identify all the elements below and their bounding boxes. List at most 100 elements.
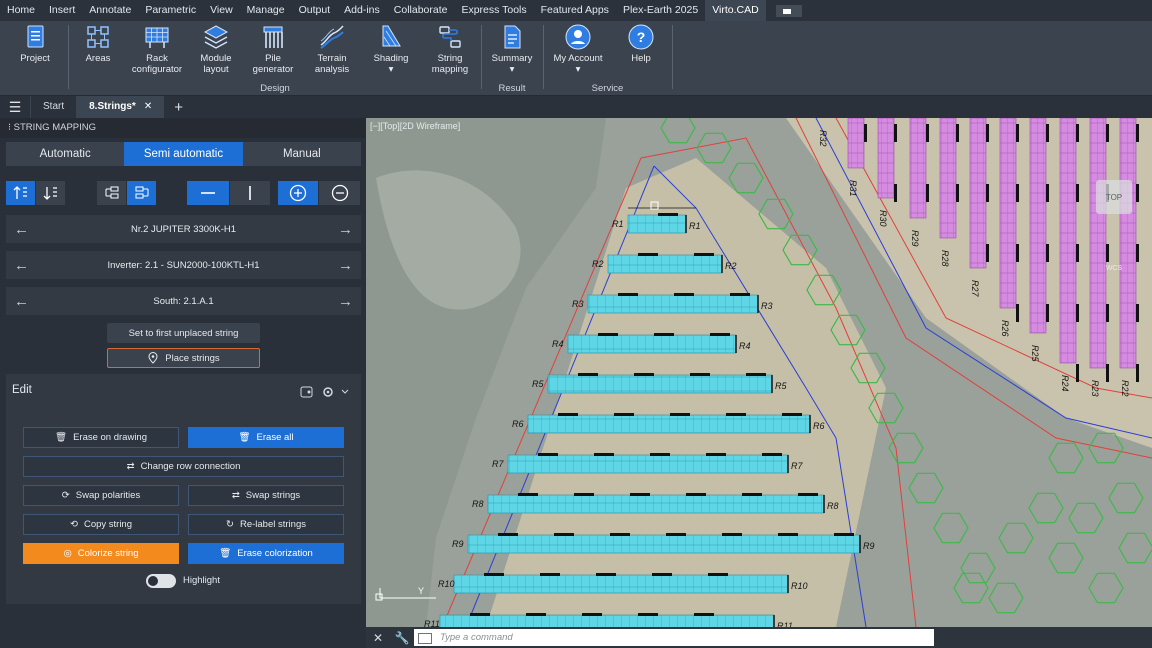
pile-generator-button[interactable]: Pile generator xyxy=(243,23,303,75)
tab-manage[interactable]: Manage xyxy=(240,0,292,21)
layout-right-icon[interactable] xyxy=(127,181,156,205)
tab-view[interactable]: View xyxy=(203,0,240,21)
string-row[interactable]: R5 R5 xyxy=(532,373,787,394)
drawing-viewport[interactable]: R1 R1 R2 R2 R3 R3 R4 R4 R5 R5 R6 R6 R7 R7 R8 R8 R9 R9 R10 R… xyxy=(366,118,1152,648)
module-layout-button[interactable]: Module layout xyxy=(186,23,246,75)
tab-plex-earth[interactable]: Plex-Earth 2025 xyxy=(616,0,705,21)
string-row[interactable]: R7 R7 xyxy=(492,453,803,474)
tab-home[interactable]: Home xyxy=(0,0,42,21)
close-icon[interactable]: ✕ xyxy=(144,101,152,112)
row-label: R27 xyxy=(970,280,980,298)
app-window: Home Insert Annotate Parametric View Man… xyxy=(0,0,1152,648)
tab-express-tools[interactable]: Express Tools xyxy=(454,0,533,21)
row-label: R2 xyxy=(592,259,604,269)
string-row[interactable]: R23 xyxy=(1089,118,1109,397)
summary-button[interactable]: Summary ▾ xyxy=(482,23,542,75)
string-row[interactable]: R9 R9 xyxy=(452,533,875,554)
tab-annotate[interactable]: Annotate xyxy=(82,0,138,21)
tab-parametric[interactable]: Parametric xyxy=(138,0,203,21)
ribbon-separator xyxy=(672,25,673,89)
cycle-icon: ⟳ xyxy=(61,490,70,501)
panel-toggle-icon[interactable] xyxy=(775,4,802,17)
swap-polarities-button[interactable]: ⟳ Swap polarities xyxy=(23,485,179,506)
module-layout-icon xyxy=(203,25,229,49)
close-icon[interactable]: ✕ xyxy=(366,631,390,645)
terrain-analysis-button[interactable]: Terrain analysis xyxy=(302,23,362,75)
swap-strings-button[interactable]: ⇄ Swap strings xyxy=(188,485,344,506)
tab-add-ins[interactable]: Add-ins xyxy=(337,0,387,21)
next-arrow-icon[interactable]: → xyxy=(338,293,353,310)
string-mapping-button[interactable]: String mapping xyxy=(420,23,480,75)
set-first-unplaced-button[interactable]: Set to first unplaced string xyxy=(107,323,260,343)
tab-virto-cad[interactable]: Virto.CAD xyxy=(705,0,766,21)
highlight-toggle[interactable] xyxy=(146,574,176,588)
prev-arrow-icon[interactable]: ← xyxy=(14,257,29,274)
prev-arrow-icon[interactable]: ← xyxy=(14,293,29,310)
areas-button[interactable]: Areas xyxy=(68,23,128,64)
mode-semi-automatic[interactable]: Semi automatic xyxy=(124,142,243,166)
highlight-label: Highlight xyxy=(183,575,220,586)
viewport-label[interactable]: [−][Top][2D Wireframe] xyxy=(370,121,460,131)
vertical-icon[interactable] xyxy=(230,181,270,205)
copy-string-button[interactable]: ⟲ Copy string xyxy=(23,514,179,535)
string-row[interactable]: R32 xyxy=(818,130,828,147)
erase-on-drawing-button[interactable]: 🗑 Erase on drawing xyxy=(23,427,179,448)
add-icon[interactable] xyxy=(278,181,318,205)
string-row[interactable]: R3 R3 xyxy=(572,293,773,314)
rack-configurator-button[interactable]: Rack configurator xyxy=(127,23,187,75)
row-label: R5 xyxy=(775,381,787,391)
command-input[interactable]: Type a command xyxy=(414,629,934,646)
help-button[interactable]: ? Help xyxy=(611,23,671,64)
mode-manual[interactable]: Manual xyxy=(243,142,361,166)
remove-icon[interactable] xyxy=(319,181,360,205)
string-row[interactable]: R24 xyxy=(1059,118,1079,392)
string-row[interactable]: R22 xyxy=(1119,118,1139,397)
group-result-label: Result xyxy=(498,83,526,94)
tab-insert[interactable]: Insert xyxy=(42,0,82,21)
string-row[interactable]: R11 R11 xyxy=(424,613,793,627)
change-row-connection-button[interactable]: ⇄ Change row connection xyxy=(23,456,344,477)
mode-automatic[interactable]: Automatic xyxy=(6,142,124,166)
horizontal-icon[interactable] xyxy=(187,181,229,205)
row-label: R22 xyxy=(1120,380,1130,397)
tab-featured-apps[interactable]: Featured Apps xyxy=(534,0,616,21)
layout-left-icon[interactable] xyxy=(97,181,126,205)
string-row[interactable]: R25 xyxy=(1029,118,1049,363)
string-row[interactable]: R10 R10 xyxy=(438,573,808,594)
refresh-icon: ↻ xyxy=(226,519,234,530)
doc-tab-strings[interactable]: 8.Strings* ✕ xyxy=(76,96,165,118)
row-label: R6 xyxy=(813,421,825,431)
sort-tool-group xyxy=(6,181,65,205)
erase-all-button[interactable]: 🗑 Erase all xyxy=(188,427,344,448)
row-label: R10 xyxy=(438,579,455,589)
sort-descending-icon[interactable] xyxy=(36,181,65,205)
project-button[interactable]: Project xyxy=(5,23,65,64)
shading-button[interactable]: Shading ▾ xyxy=(361,23,421,75)
string-row[interactable]: R8 R8 xyxy=(472,493,839,514)
sort-ascending-icon[interactable] xyxy=(6,181,35,205)
next-arrow-icon[interactable]: → xyxy=(338,221,353,238)
edit-toolbar-icons[interactable] xyxy=(300,385,350,399)
menu-icon[interactable]: ☰ xyxy=(0,99,30,116)
string-row[interactable]: R2 R2 xyxy=(592,253,737,274)
string-row[interactable]: R26 xyxy=(999,118,1019,337)
prev-arrow-icon[interactable]: ← xyxy=(14,221,29,238)
swap-arrows-icon: ⇄ xyxy=(126,461,135,472)
place-strings-button[interactable]: Place strings xyxy=(107,348,260,368)
doc-tab-start[interactable]: Start xyxy=(30,96,76,118)
row-label: R10 xyxy=(791,581,808,591)
string-row[interactable]: R6 R6 xyxy=(512,413,825,434)
new-tab-icon[interactable]: + xyxy=(164,99,193,116)
orientation-tool-group xyxy=(187,181,270,205)
erase-colorization-button[interactable]: 🗑 Erase colorization xyxy=(188,543,344,564)
next-arrow-icon[interactable]: → xyxy=(338,257,353,274)
drawing-canvas[interactable]: R1 R1R2 R2R3 R3R4 R4R5 R5R6 R6R7 R7R8 R8R9 R9R10 R… xyxy=(366,118,1152,627)
string-row[interactable]: R4 R4 xyxy=(552,333,751,354)
tab-collaborate[interactable]: Collaborate xyxy=(387,0,455,21)
colorize-string-button[interactable]: ◎ Colorize string xyxy=(23,543,179,564)
row-label: R29 xyxy=(910,230,920,247)
tab-output[interactable]: Output xyxy=(292,0,338,21)
wrench-icon[interactable]: 🔧 xyxy=(390,631,414,645)
relabel-strings-button[interactable]: ↻ Re-label strings xyxy=(188,514,344,535)
my-account-button[interactable]: My Account ▾ xyxy=(548,23,608,75)
